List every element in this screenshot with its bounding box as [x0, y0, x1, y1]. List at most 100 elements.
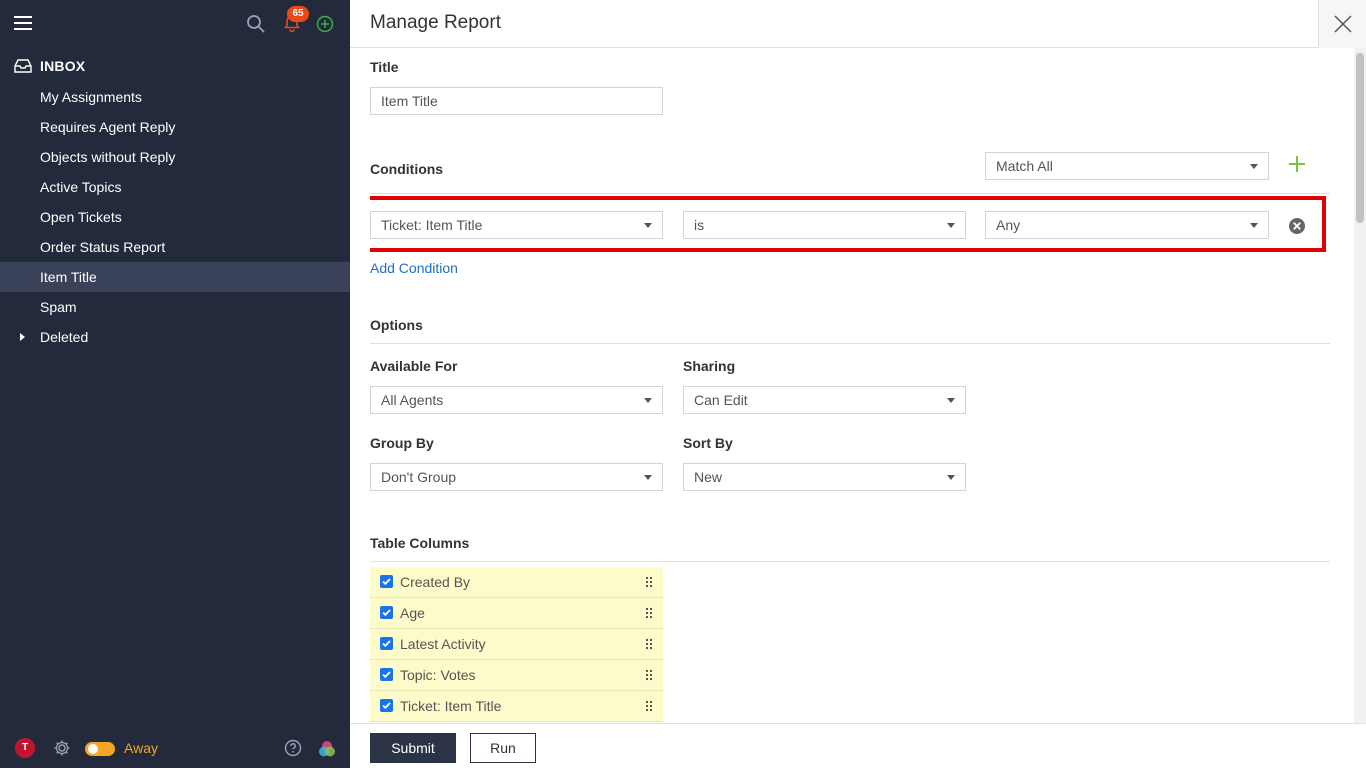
sidebar-item-item-title[interactable]: Item Title — [0, 262, 350, 292]
sidebar-item-label: Spam — [40, 299, 77, 315]
column-label: Created By — [400, 574, 471, 590]
caret-right-icon[interactable] — [20, 333, 25, 341]
drag-handle-icon[interactable] — [645, 669, 653, 681]
help-icon[interactable] — [284, 739, 302, 757]
chevron-down-icon — [1250, 164, 1258, 169]
column-label: Latest Activity — [400, 636, 486, 652]
column-checkbox[interactable] — [380, 699, 393, 712]
gear-icon[interactable] — [53, 739, 71, 757]
sidebar-item-active-topics[interactable]: Active Topics — [0, 172, 350, 202]
list-item[interactable]: Age — [370, 598, 663, 629]
menu-icon[interactable] — [14, 16, 32, 30]
inbox-icon — [14, 59, 32, 73]
chevron-down-icon — [1250, 223, 1258, 228]
check-icon — [382, 640, 391, 648]
sharing-label: Sharing — [683, 358, 736, 374]
drag-handle-icon[interactable] — [645, 700, 653, 712]
column-checkbox[interactable] — [380, 637, 393, 650]
check-icon — [382, 609, 391, 617]
sidebar-item-my-assignments[interactable]: My Assignments — [0, 82, 350, 112]
list-item[interactable]: Ticket: Item Title — [370, 691, 663, 722]
panel-header: Manage Report — [350, 0, 1366, 48]
status-label: Away — [124, 740, 158, 756]
chevron-down-icon — [644, 223, 652, 228]
condition-operator-select[interactable]: is — [683, 211, 966, 239]
column-label: Ticket: Item Title — [400, 698, 502, 714]
remove-condition-icon[interactable] — [1288, 217, 1306, 235]
drag-handle-icon[interactable] — [645, 607, 653, 619]
check-icon — [382, 702, 391, 710]
sidebar-item-label: Item Title — [40, 269, 97, 285]
status-toggle[interactable] — [85, 742, 115, 756]
sidebar-item-open-tickets[interactable]: Open Tickets — [0, 202, 350, 232]
column-label: Topic: Votes — [400, 667, 476, 683]
group-by-label: Group By — [370, 435, 434, 451]
chevron-down-icon — [644, 398, 652, 403]
scrollbar-thumb[interactable] — [1356, 53, 1364, 223]
panel-content: Title Item Title Conditions Match All Ti… — [370, 48, 1330, 723]
apps-icon[interactable] — [317, 739, 337, 759]
sidebar-item-label: Requires Agent Reply — [40, 119, 176, 135]
toggle-knob — [88, 744, 98, 754]
avatar[interactable]: T — [15, 738, 35, 758]
condition-operator-value: is — [694, 217, 705, 233]
group-by-select[interactable]: Don't Group — [370, 463, 663, 491]
sidebar-item-deleted[interactable]: Deleted — [0, 322, 350, 352]
sidebar-item-spam[interactable]: Spam — [0, 292, 350, 322]
column-label: Age — [400, 605, 425, 621]
divider — [370, 343, 1330, 344]
close-button[interactable] — [1318, 0, 1366, 48]
sidebar-item-objects-without-reply[interactable]: Objects without Reply — [0, 142, 350, 172]
sidebar-item-requires-agent-reply[interactable]: Requires Agent Reply — [0, 112, 350, 142]
run-button[interactable]: Run — [470, 733, 536, 763]
sidebar-nav: My Assignments Requires Agent Reply Obje… — [0, 82, 350, 352]
inbox-label: INBOX — [40, 58, 86, 74]
list-item[interactable]: Topic: Votes — [370, 660, 663, 691]
available-for-value: All Agents — [381, 392, 444, 408]
panel-footer: Submit Run — [350, 723, 1366, 768]
sidebar-item-label: Deleted — [40, 329, 89, 345]
sidebar: 65 INBOX My Assignments Requires Agent R… — [0, 0, 350, 768]
chevron-down-icon — [947, 223, 955, 228]
page-title: Manage Report — [370, 12, 501, 33]
drag-handle-icon[interactable] — [645, 638, 653, 650]
chevron-down-icon — [947, 475, 955, 480]
close-icon — [1334, 15, 1352, 33]
condition-value-value: Any — [996, 217, 1021, 233]
notification-badge: 65 — [287, 6, 309, 22]
chevron-down-icon — [947, 398, 955, 403]
sidebar-item-order-status-report[interactable]: Order Status Report — [0, 232, 350, 262]
divider — [370, 561, 1330, 562]
column-checkbox[interactable] — [380, 606, 393, 619]
options-label: Options — [370, 317, 423, 333]
table-columns-list: Created By Age Latest Activity Topic: Vo… — [370, 567, 663, 722]
sort-by-select[interactable]: New — [683, 463, 966, 491]
condition-value-select[interactable]: Any — [985, 211, 1269, 239]
sidebar-item-label: Objects without Reply — [40, 149, 176, 165]
match-mode-value: Match All — [996, 158, 1053, 174]
drag-handle-icon[interactable] — [645, 576, 653, 588]
scrollbar[interactable] — [1354, 48, 1366, 723]
add-condition-link[interactable]: Add Condition — [370, 260, 458, 276]
column-checkbox[interactable] — [380, 668, 393, 681]
list-item[interactable]: Latest Activity — [370, 629, 663, 660]
search-icon[interactable] — [246, 14, 266, 34]
title-input[interactable]: Item Title — [370, 87, 663, 115]
match-mode-select[interactable]: Match All — [985, 152, 1269, 180]
condition-field-value: Ticket: Item Title — [381, 217, 483, 233]
available-for-select[interactable]: All Agents — [370, 386, 663, 414]
conditions-label: Conditions — [370, 161, 444, 177]
add-circle-icon[interactable] — [316, 15, 334, 33]
submit-button[interactable]: Submit — [370, 733, 456, 763]
available-for-label: Available For — [370, 358, 458, 374]
column-checkbox[interactable] — [380, 575, 393, 588]
condition-field-select[interactable]: Ticket: Item Title — [370, 211, 663, 239]
sharing-select[interactable]: Can Edit — [683, 386, 966, 414]
sort-by-label: Sort By — [683, 435, 733, 451]
list-item[interactable]: Created By — [370, 567, 663, 598]
sort-by-value: New — [694, 469, 723, 485]
title-label: Title — [370, 59, 399, 75]
sidebar-item-label: Active Topics — [40, 179, 122, 195]
add-condition-plus-icon[interactable] — [1287, 154, 1307, 174]
inbox-header[interactable]: INBOX — [14, 56, 85, 76]
